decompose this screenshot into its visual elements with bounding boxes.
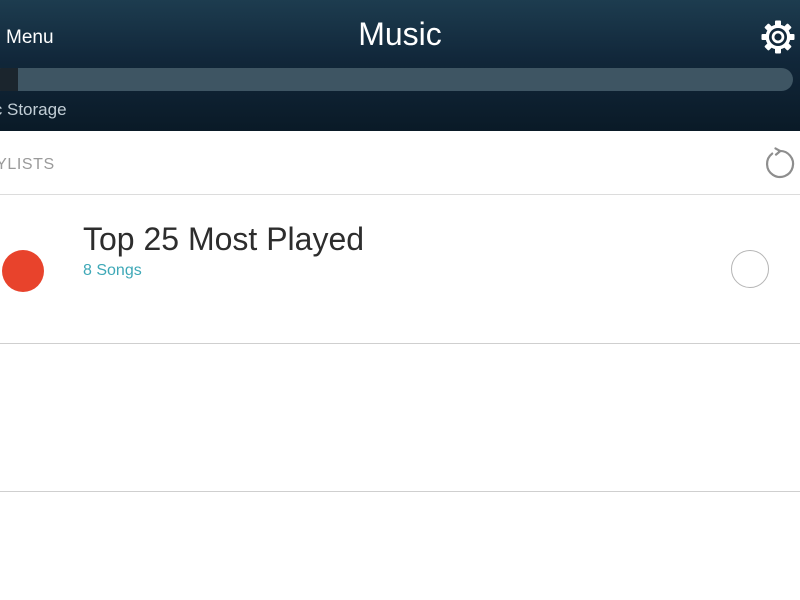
gear-icon[interactable] [760, 19, 796, 55]
storage-bar-fill [0, 68, 19, 91]
section-title: AYLISTS [0, 156, 55, 173]
playlist-song-count: 8 Songs [83, 262, 142, 279]
music-app: Menu Music ic Storage AYLISTS Top 25 Mos… [0, 0, 800, 600]
playlist-select-toggle[interactable] [731, 250, 769, 288]
refresh-icon[interactable] [762, 147, 796, 181]
header-bar: Menu Music ic Storage [0, 0, 800, 131]
page-title: Music [358, 16, 442, 52]
playlist-color-dot [2, 250, 44, 292]
playlist-title: Top 25 Most Played [83, 221, 365, 257]
empty-list-row [0, 344, 800, 492]
playlist-row[interactable]: Top 25 Most Played 8 Songs [0, 195, 800, 344]
storage-label: ic Storage [0, 100, 67, 119]
playlists-section-header: AYLISTS [0, 131, 800, 195]
storage-bar [0, 68, 793, 91]
